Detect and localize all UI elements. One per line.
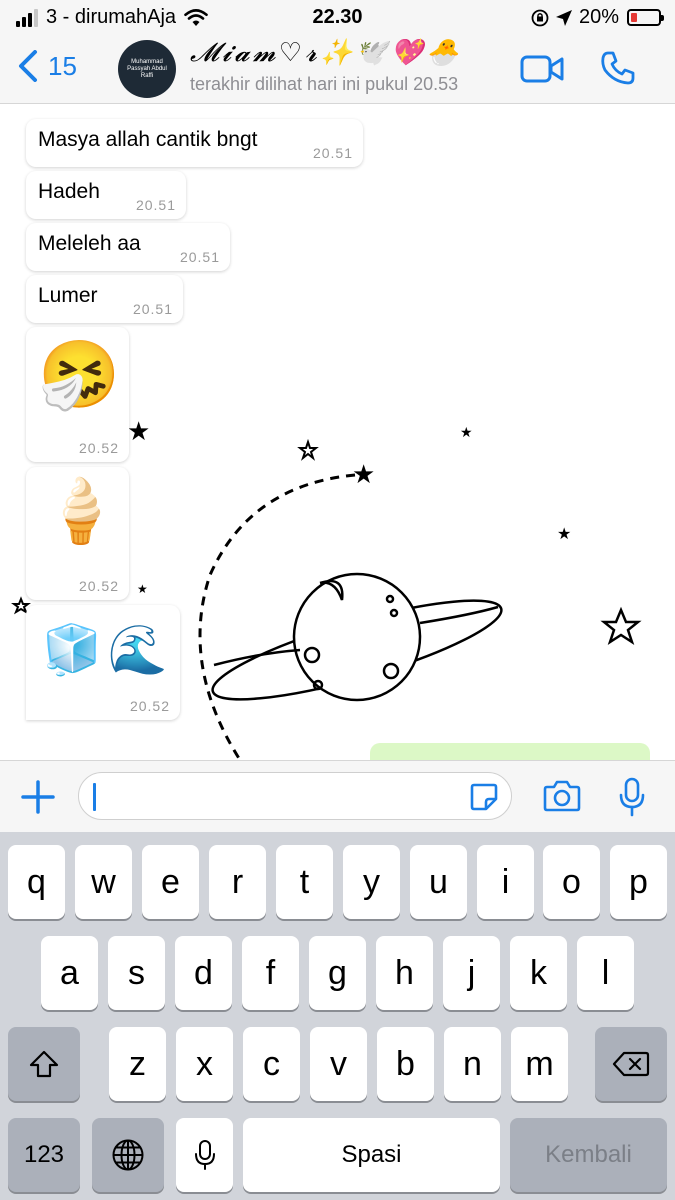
message-bubble[interactable]: Meleleh aa 20.51 [26,223,230,271]
avatar-text: Muhammad Passyah Abdul Raffi [127,58,167,79]
unread-count: 15 [48,50,77,81]
chat-header: 15 Muhammad Passyah Abdul Raffi 𝓜𝓲𝓪𝓶♡𝓻✨🕊… [0,36,675,104]
ice-cream-emoji: 🍦 [42,477,120,546]
message-time: 20.52 [129,698,170,714]
key-w[interactable]: w [75,845,132,919]
key-y[interactable]: y [343,845,400,919]
video-call-icon[interactable] [520,54,564,84]
message-input[interactable] [78,772,512,820]
key-e[interactable]: e [142,845,199,919]
microphone-icon [194,1140,215,1170]
sneezing-face-emoji: 🤧 [38,337,121,411]
battery-icon [627,9,664,26]
svg-text:★: ★ [137,582,148,596]
key-x[interactable]: x [176,1027,233,1101]
sticker-icon[interactable] [469,782,499,812]
chat-area[interactable]: ★ ★ ★ ★ ★ Masya allah cantik bngt 20.51 … [0,105,675,760]
message-bubble[interactable]: Masya allah cantik bngt 20.51 [26,119,363,167]
location-icon [555,9,572,26]
emoji-message[interactable]: 🍦 20.52 [26,467,129,600]
space-key[interactable]: Spasi [243,1118,500,1192]
message-time: 20.52 [78,440,119,456]
key-b[interactable]: b [377,1027,434,1101]
key-n[interactable]: n [444,1027,501,1101]
shift-icon [29,1050,59,1078]
message-input-bar [0,760,675,832]
last-seen: terakhir dilihat hari ini pukul 20.53 [190,74,459,94]
key-t[interactable]: t [276,845,333,919]
back-button[interactable]: 15 [18,50,77,82]
key-u[interactable]: u [410,845,467,919]
key-c[interactable]: c [243,1027,300,1101]
keyboard: q w e r t y u i o p a s d f g h j k l z … [0,832,675,1200]
message-time: 20.52 [78,578,119,594]
key-o[interactable]: o [543,845,600,919]
message-time: 20.51 [312,145,353,161]
key-h[interactable]: h [376,936,433,1010]
key-a[interactable]: a [41,936,98,1010]
ice-wave-emoji: 🧊🌊 [42,624,174,677]
status-bar: 3 - dirumahAja 22.30 20% [0,0,675,36]
message-bubble[interactable]: Lumer 20.51 [26,275,183,323]
svg-text:★: ★ [352,459,375,489]
shift-key[interactable] [8,1027,80,1101]
key-z[interactable]: z [109,1027,166,1101]
message-time: 20.51 [179,249,220,265]
battery-percent: 20% [578,6,619,28]
key-d[interactable]: d [175,936,232,1010]
message-bubble[interactable]: Hadeh 20.51 [26,171,186,219]
key-r[interactable]: r [209,845,266,919]
globe-key[interactable] [92,1118,164,1192]
numbers-key[interactable]: 123 [8,1118,80,1192]
back-chevron-icon [19,50,37,82]
camera-icon[interactable] [543,779,581,813]
emoji-message[interactable]: 🧊🌊 20.52 [26,605,180,720]
key-g[interactable]: g [309,936,366,1010]
globe-icon [112,1139,144,1171]
message-time: 20.51 [135,197,176,213]
key-f[interactable]: f [242,936,299,1010]
plus-icon[interactable] [18,777,58,817]
key-p[interactable]: p [610,845,667,919]
svg-text:★: ★ [127,416,150,446]
message-text: Lumer [38,284,98,307]
message-text: Masya allah cantik bngt [38,128,258,151]
key-m[interactable]: m [511,1027,568,1101]
svg-text:★: ★ [557,526,571,543]
text-caret [93,783,96,811]
emoji-message[interactable]: 🤧 20.52 [26,327,129,462]
phone-icon[interactable] [600,50,636,86]
orientation-lock-icon [531,9,549,26]
backspace-icon [612,1051,650,1077]
key-l[interactable]: l [577,936,634,1010]
return-key[interactable]: Kembali [510,1118,667,1192]
message-text: Meleleh aa [38,232,141,255]
planet-illustration [211,572,503,702]
key-i[interactable]: i [477,845,534,919]
key-q[interactable]: q [8,845,65,919]
microphone-icon[interactable] [618,777,646,817]
message-text: Hadeh [38,180,100,203]
key-j[interactable]: j [443,936,500,1010]
key-k[interactable]: k [510,936,567,1010]
contact-name[interactable]: 𝓜𝓲𝓪𝓶♡𝓻✨🕊️💖🐣 [190,38,461,69]
message-time: 20.51 [132,301,173,317]
key-v[interactable]: v [310,1027,367,1101]
status-right: 20% [531,6,664,29]
backspace-key[interactable] [595,1027,667,1101]
dictation-key[interactable] [176,1118,233,1192]
avatar[interactable]: Muhammad Passyah Abdul Raffi [118,40,176,98]
sent-message-bubble[interactable] [370,743,650,760]
svg-text:★: ★ [460,424,473,440]
key-s[interactable]: s [108,936,165,1010]
decorative-stars: ★ ★ ★ ★ ★ [127,416,571,596]
